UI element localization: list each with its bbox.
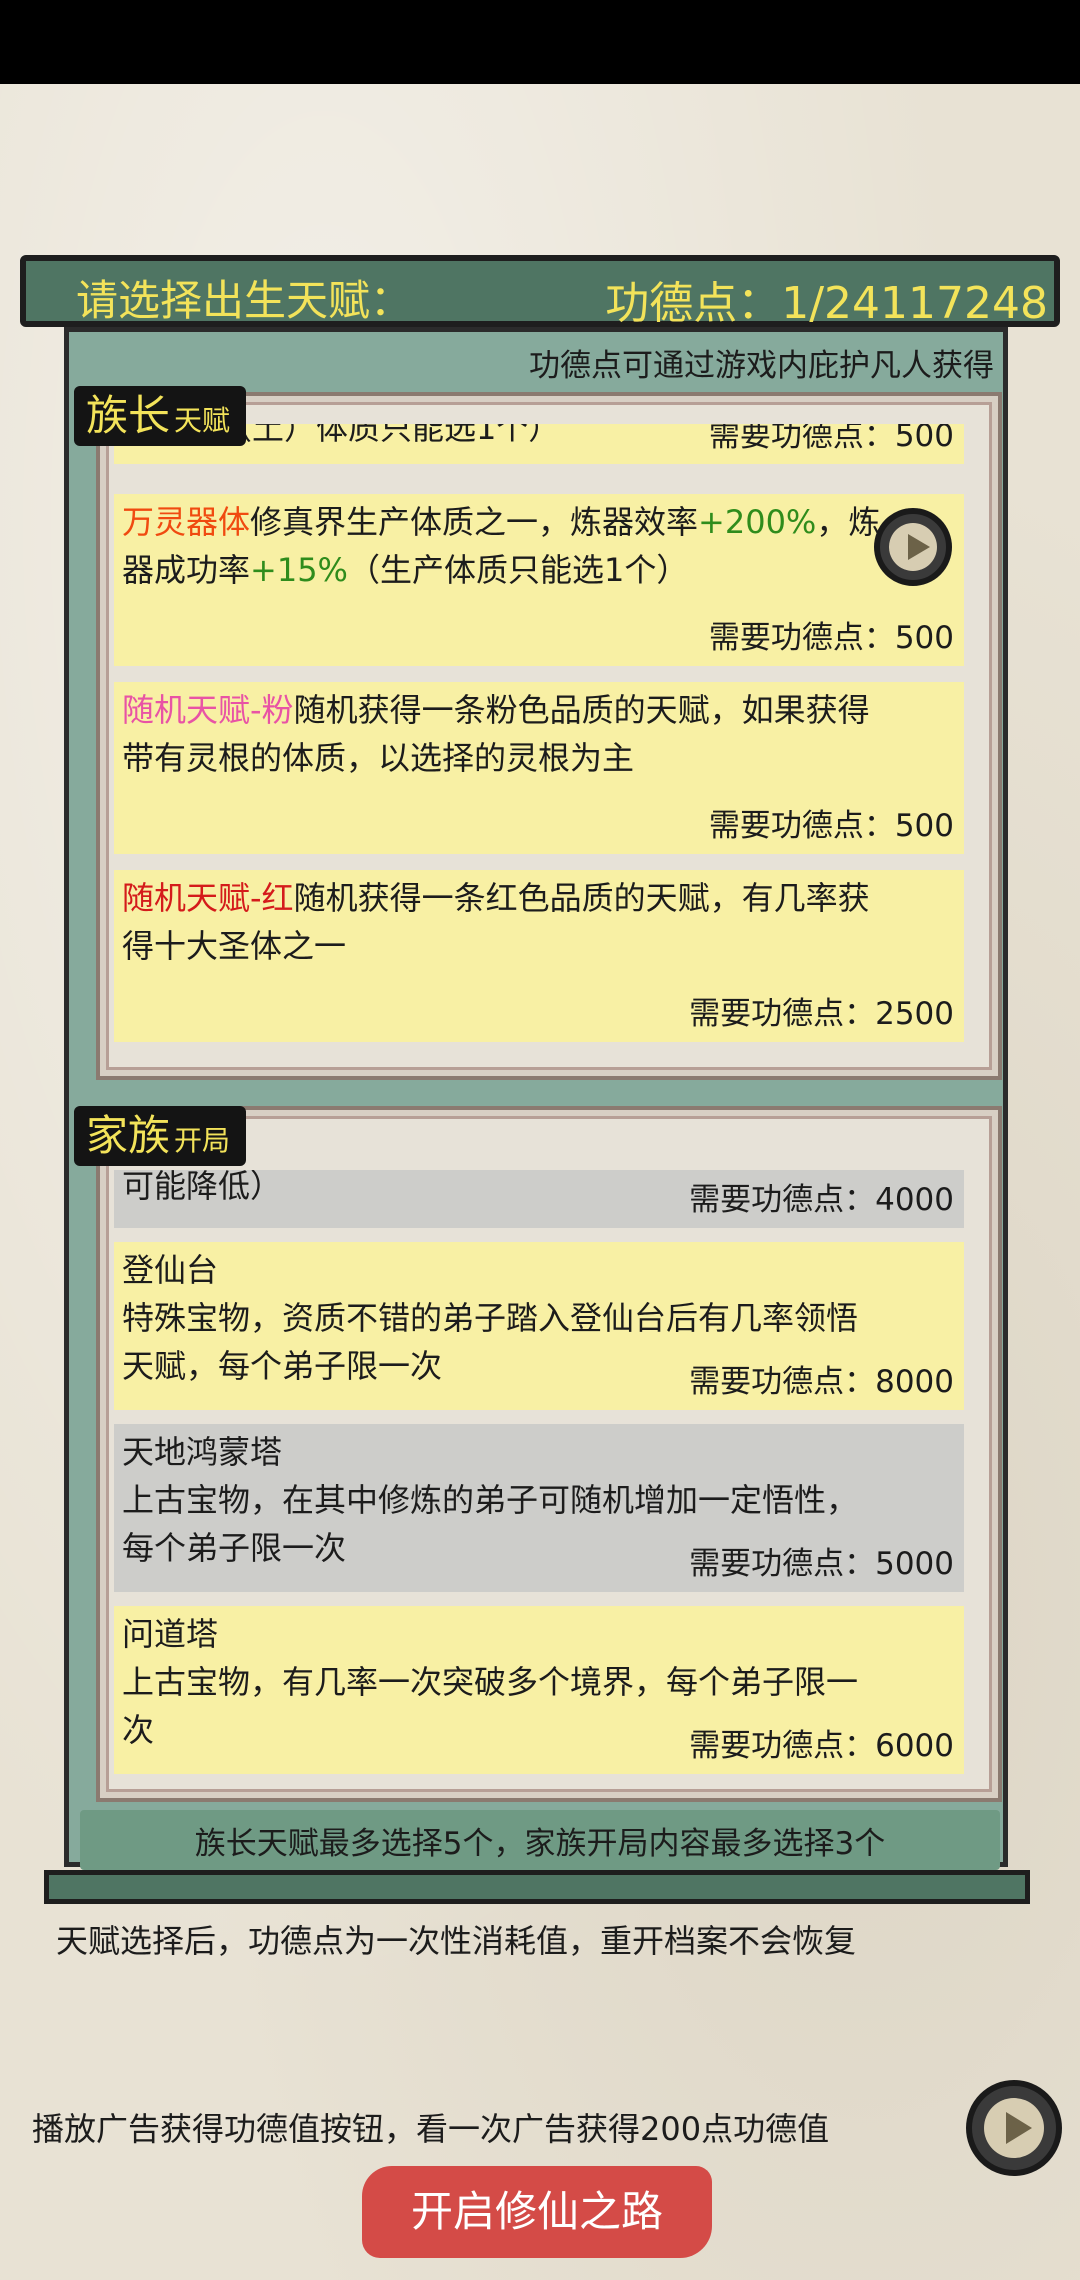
family-list[interactable]: 可能降低） 需要功德点：4000 登仙台 特殊宝物，资质不错的弟子踏入登仙台后有…	[114, 1170, 964, 1776]
section-tag-family: 家族 开局	[74, 1106, 247, 1166]
item-name: 登仙台	[122, 1251, 219, 1289]
consumption-notice: 天赋选择后，功德点为一次性消耗值，重开档案不会恢复	[56, 1922, 857, 1960]
selection-limit-bar: 族长天赋最多选择5个，家族开局内容最多选择3个	[80, 1810, 1000, 1870]
item-name: 天地鸿蒙塔	[122, 1433, 283, 1471]
start-button[interactable]: 开启修仙之路	[362, 2166, 712, 2258]
status-bar	[0, 0, 1080, 84]
merit-hint: 功德点可通过游戏内庇护凡人获得	[529, 348, 994, 384]
item-cost: 需要功德点：6000	[689, 1728, 954, 1764]
header-bar: 请选择出生天赋： 功德点：1/24117248	[20, 255, 1060, 329]
talent-cost: 需要功德点：500	[708, 808, 954, 844]
list-item[interactable]: 登仙台 特殊宝物，资质不错的弟子踏入登仙台后有几率领悟天赋，每个弟子限一次 需要…	[114, 1242, 964, 1410]
panel-base	[44, 1870, 1030, 1904]
ad-description: 播放广告获得功德值按钮，看一次广告获得200点功德值	[32, 2110, 830, 2148]
watch-ad-button[interactable]	[966, 2080, 1062, 2176]
leader-list[interactable]: +20%（土）体质只能选1个） 需要功德点：500 万灵器体修真界生产体质之一，…	[114, 424, 964, 1044]
talent-cost: 需要功德点：500	[708, 620, 954, 656]
section-tag-leader: 族长 天赋	[74, 386, 247, 446]
list-item[interactable]: 万灵器体修真界生产体质之一，炼器效率+200%，炼器成功率+15%（生产体质只能…	[114, 494, 964, 666]
item-cost: 需要功德点：5000	[689, 1546, 954, 1582]
list-item[interactable]: 可能降低） 需要功德点：4000	[114, 1170, 964, 1228]
talent-name: 随机天赋-红	[122, 879, 294, 917]
play-icon[interactable]	[874, 508, 952, 586]
talent-cost: 需要功德点：2500	[689, 996, 954, 1032]
page-title: 请选择出生天赋：	[76, 276, 413, 325]
list-item[interactable]: 随机天赋-粉随机获得一条粉色品质的天赋，如果获得带有灵根的体质，以选择的灵根为主…	[114, 682, 964, 854]
merit-points: 功德点：1/24117248	[605, 278, 1048, 329]
item-name: 问道塔	[122, 1615, 219, 1653]
list-item[interactable]: 随机天赋-红随机获得一条红色品质的天赋，有几率获得十大圣体之一 需要功德点：25…	[114, 870, 964, 1042]
list-item[interactable]: 天地鸿蒙塔 上古宝物，在其中修炼的弟子可随机增加一定悟性，每个弟子限一次 需要功…	[114, 1424, 964, 1592]
list-item[interactable]: 问道塔 上古宝物，有几率一次突破多个境界，每个弟子限一次 需要功德点：6000	[114, 1606, 964, 1774]
talent-name: 随机天赋-粉	[122, 691, 294, 729]
play-icon	[1006, 2112, 1032, 2144]
item-cost: 需要功德点：8000	[689, 1364, 954, 1400]
talent-name: 万灵器体	[122, 503, 251, 541]
